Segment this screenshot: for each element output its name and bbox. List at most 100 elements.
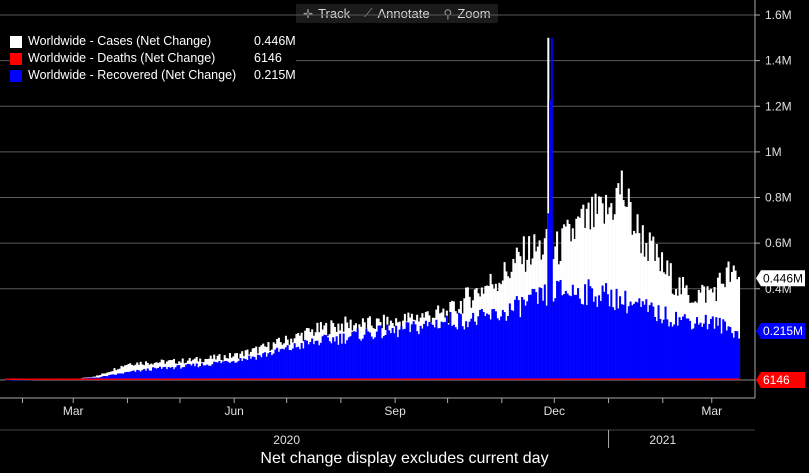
bar-recovered <box>332 337 335 380</box>
bar-deaths <box>367 378 369 380</box>
bar-deaths <box>214 378 217 380</box>
bar-deaths <box>729 378 732 380</box>
bar-recovered <box>207 365 210 380</box>
bar-recovered <box>255 359 258 380</box>
bar-deaths <box>342 378 345 380</box>
bar-recovered <box>496 318 499 380</box>
bar-deaths <box>706 378 709 380</box>
y-tick-label: 0.6M <box>765 236 792 250</box>
bar-recovered <box>661 323 664 380</box>
bar-recovered <box>396 337 399 380</box>
bar-recovered <box>524 305 527 380</box>
bar-recovered <box>200 363 203 380</box>
bar-deaths <box>300 378 303 380</box>
bar-recovered <box>669 322 672 380</box>
bar-recovered <box>659 318 662 380</box>
bar-recovered <box>183 367 186 380</box>
bar-recovered <box>361 338 364 380</box>
bar-recovered <box>494 311 497 380</box>
bar-deaths <box>24 378 26 380</box>
bar-deaths <box>130 378 133 380</box>
bar-recovered <box>185 364 188 380</box>
bar-deaths <box>85 378 88 380</box>
series-deaths <box>5 378 740 380</box>
legend-label-deaths: Worldwide - Deaths (Net Change) <box>28 51 216 65</box>
bar-recovered <box>346 340 349 380</box>
bar-deaths <box>239 378 242 380</box>
legend-item-cases[interactable]: Worldwide - Cases (Net Change) 0.446M <box>10 33 296 50</box>
bar-recovered <box>620 304 623 380</box>
legend-swatch-cases <box>10 35 22 48</box>
bar-deaths <box>216 378 219 380</box>
bar-deaths <box>258 378 261 380</box>
bar-deaths <box>626 378 628 380</box>
bar-deaths <box>88 378 91 380</box>
bar-deaths <box>244 378 247 380</box>
bar-recovered <box>671 326 674 380</box>
bar-deaths <box>116 378 119 380</box>
bar-recovered <box>374 337 377 380</box>
bar-recovered <box>146 368 149 380</box>
bar-deaths <box>132 378 135 380</box>
bar-deaths <box>585 378 588 380</box>
legend: Worldwide - Cases (Net Change) 0.446M Wo… <box>10 33 296 84</box>
bar-recovered <box>519 317 522 380</box>
bar-recovered <box>157 367 160 380</box>
bar-recovered <box>339 333 342 380</box>
bar-deaths <box>732 378 735 380</box>
bar-recovered <box>738 338 741 380</box>
bar-deaths <box>34 378 37 380</box>
bar-recovered <box>624 290 627 380</box>
bar-deaths <box>305 378 308 380</box>
bar-recovered <box>725 330 728 380</box>
bar-deaths <box>188 378 191 380</box>
bar-recovered <box>542 300 545 380</box>
bar-recovered <box>498 320 501 380</box>
bar-deaths <box>612 378 614 380</box>
bar-recovered <box>556 280 559 380</box>
last-value-badge-cases: 0.446M <box>756 270 805 287</box>
bar-deaths <box>312 378 315 380</box>
bar-recovered <box>176 365 179 380</box>
bar-deaths <box>66 378 68 380</box>
bar-recovered <box>493 309 496 380</box>
bar-deaths <box>351 378 354 380</box>
bar-recovered <box>372 339 375 380</box>
bar-deaths <box>377 378 380 380</box>
bar-recovered <box>223 361 226 380</box>
bar-recovered <box>736 331 739 380</box>
y-tick-label: 1M <box>765 145 782 159</box>
bar-recovered <box>172 369 175 380</box>
bar-recovered <box>645 299 648 380</box>
bar-deaths <box>270 378 273 380</box>
bar-recovered <box>283 349 286 380</box>
legend-item-recovered[interactable]: Worldwide - Recovered (Net Change) 0.215… <box>10 67 296 84</box>
bar-deaths <box>493 378 495 380</box>
bar-deaths <box>176 378 179 380</box>
bar-recovered <box>216 362 219 380</box>
bar-deaths <box>267 378 270 380</box>
bar-deaths <box>650 378 653 380</box>
bar-deaths <box>358 378 361 380</box>
bar-recovered <box>599 301 602 380</box>
bar-recovered <box>165 369 168 380</box>
bar-recovered <box>601 285 604 380</box>
bar-deaths <box>157 378 159 380</box>
bar-recovered <box>549 100 552 381</box>
bar-recovered <box>143 368 146 380</box>
bar-deaths <box>494 378 497 380</box>
bar-deaths <box>202 378 205 380</box>
bar-deaths <box>207 378 210 380</box>
bar-recovered <box>286 345 289 380</box>
bar-deaths <box>363 378 366 380</box>
bar-recovered <box>559 279 562 380</box>
bar-deaths <box>437 378 439 380</box>
bar-deaths <box>722 378 725 380</box>
bar-deaths <box>557 378 560 380</box>
bar-recovered <box>276 347 279 380</box>
bar-recovered <box>727 326 730 380</box>
bar-deaths <box>668 378 670 380</box>
bar-recovered <box>363 334 366 380</box>
legend-item-deaths[interactable]: Worldwide - Deaths (Net Change) 6146 <box>10 50 296 67</box>
bar-deaths <box>360 378 362 380</box>
